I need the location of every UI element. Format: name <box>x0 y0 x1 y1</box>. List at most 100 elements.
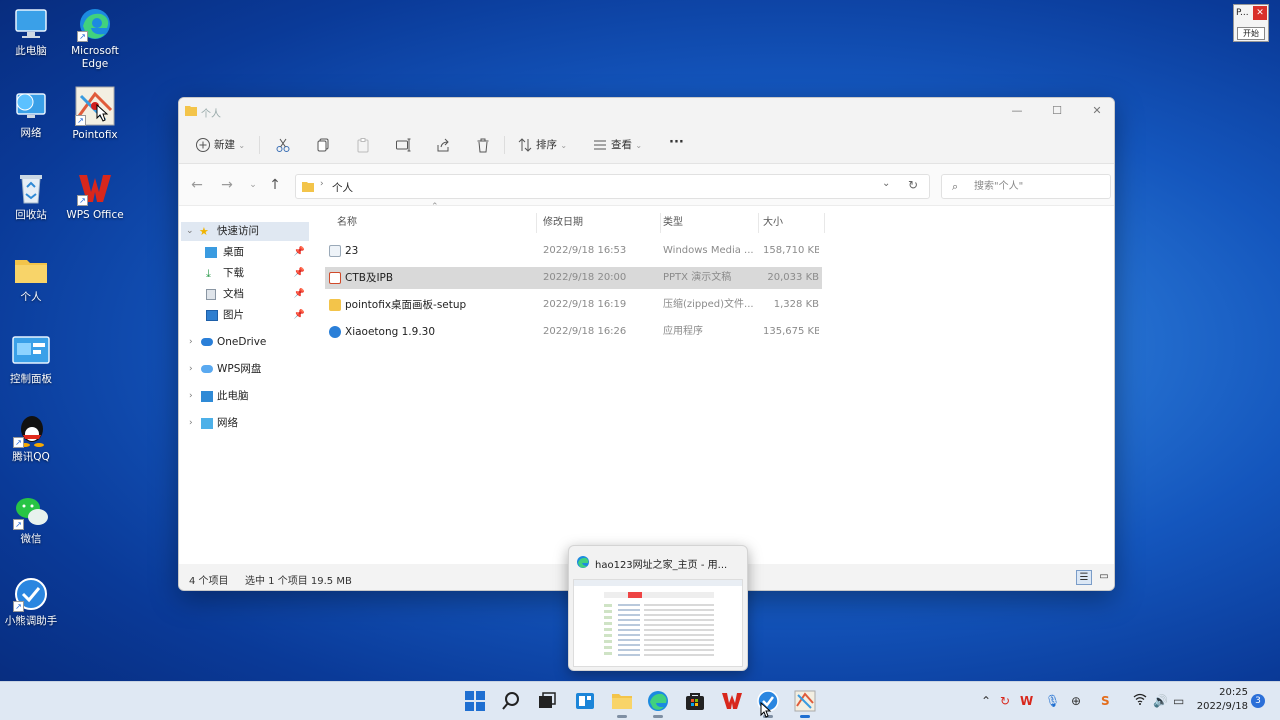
maximize-button[interactable]: ☐ <box>1037 102 1077 120</box>
sidebar-item-quick-access[interactable]: ⌄ ★ 快速访问 <box>181 222 309 241</box>
sidebar-item-desktop[interactable]: 桌面 📌 <box>181 243 309 262</box>
column-header-name[interactable]: 名称 <box>337 213 537 233</box>
column-header-type[interactable]: 类型 <box>663 213 759 233</box>
sidebar-item-label: 桌面 <box>223 246 244 258</box>
pin-icon[interactable]: 📌 <box>294 243 305 262</box>
minimize-button[interactable]: — <box>997 102 1037 120</box>
up-arrow-icon[interactable]: ↑ <box>267 177 283 193</box>
task-view-button[interactable] <box>536 690 558 712</box>
desktop-icon-network[interactable]: 网络 <box>0 88 64 140</box>
close-button[interactable]: ✕ <box>1077 102 1114 120</box>
cut-button[interactable] <box>275 136 294 154</box>
breadcrumb-current[interactable]: 个人 <box>332 180 353 195</box>
file-row[interactable]: 23 2022/9/18 16:53 Windows Media ... 158… <box>325 240 822 262</box>
cloud-icon <box>201 338 213 346</box>
file-date: 2022/9/18 20:00 <box>543 272 627 283</box>
microphone-icon[interactable]: 🎙 <box>1045 693 1060 709</box>
tray-app-icon[interactable]: ↻ <box>1000 693 1010 709</box>
mini-popup-label: P... <box>1236 8 1249 18</box>
sidebar-item-network[interactable]: › 网络 <box>181 414 309 433</box>
wifi-icon[interactable] <box>1133 693 1147 709</box>
item-count: 4 个项目 <box>189 576 229 587</box>
battery-icon[interactable]: ▭ <box>1173 693 1184 709</box>
desktop-icon-label: 微信 <box>20 533 42 545</box>
desktop-icon-helper[interactable]: ↗ 小熊调助手 <box>0 576 64 628</box>
file-size: 20,033 KB <box>767 272 819 283</box>
chevron-down-icon[interactable]: ⌄ <box>882 178 890 189</box>
recent-chevron-icon[interactable]: ⌄ <box>245 177 261 193</box>
notification-badge[interactable]: 3 <box>1251 694 1265 708</box>
sidebar-item-label: 文档 <box>223 288 244 300</box>
chevron-up-icon[interactable]: ⌃ <box>981 693 991 709</box>
back-arrow-icon[interactable]: ← <box>189 177 205 193</box>
taskbar-file-explorer[interactable] <box>611 690 633 718</box>
desktop-icon-control-panel[interactable]: 控制面板 <box>0 334 64 386</box>
desktop-icon-wechat[interactable]: ↗ 微信 <box>0 494 64 546</box>
sidebar-item-wps-drive[interactable]: › WPS网盘 <box>181 360 309 379</box>
desktop-icon-folder-personal[interactable]: 个人 <box>0 252 64 304</box>
view-list-icon <box>592 137 608 153</box>
pin-icon[interactable]: 📌 <box>294 306 305 325</box>
running-indicator <box>617 715 627 718</box>
navigation-pane: ⌄ ★ 快速访问 桌面 📌 ⤓ 下载 📌 文档 📌 图片 📌 › OneDriv… <box>179 216 311 556</box>
file-row[interactable]: pointofix桌面画板-setup 2022/9/18 16:19 压缩(z… <box>325 294 822 316</box>
desktop-icon-recycle-bin[interactable]: 回收站 <box>0 170 64 222</box>
share-button[interactable] <box>435 136 454 154</box>
column-header-date[interactable]: 修改日期 <box>543 213 661 233</box>
widgets-button[interactable] <box>574 690 596 712</box>
start-button[interactable] <box>464 690 486 712</box>
forward-arrow-icon[interactable]: → <box>219 177 235 193</box>
sidebar-item-onedrive[interactable]: › OneDrive <box>181 333 309 352</box>
paste-button[interactable] <box>355 136 374 154</box>
search-input[interactable]: ⌕ 搜索"个人" <box>941 174 1111 199</box>
sidebar-item-documents[interactable]: 文档 📌 <box>181 285 309 304</box>
mini-popup-button[interactable]: 开始 <box>1237 27 1265 40</box>
large-icons-view-icon[interactable]: ▭ <box>1096 570 1112 585</box>
taskbar-store[interactable] <box>684 690 706 712</box>
taskbar-edge[interactable] <box>647 690 669 718</box>
input-method-icon[interactable]: ⊕ <box>1071 693 1081 709</box>
cloud-icon <box>201 365 213 373</box>
view-button[interactable]: 查看 ⌄ <box>592 136 642 154</box>
taskbar-preview[interactable]: hao123网址之家_主页 - 用... <box>568 545 748 671</box>
more-options-button[interactable]: ··· <box>669 134 684 152</box>
file-row[interactable]: Xiaoetong 1.9.30 2022/9/18 16:26 应用程序 13… <box>325 321 822 343</box>
clock-date: 2022/9/18 <box>1196 701 1248 712</box>
volume-icon[interactable]: 🔊 <box>1153 693 1168 709</box>
details-view-icon[interactable]: ☰ <box>1076 570 1092 585</box>
star-icon: ★ <box>199 225 209 238</box>
sidebar-item-pictures[interactable]: 图片 📌 <box>181 306 309 325</box>
desktop-icon-qq[interactable]: ↗ 腾讯QQ <box>0 412 64 464</box>
taskbar-pointofix[interactable] <box>794 690 816 718</box>
taskbar-wps[interactable] <box>721 690 743 712</box>
desktop-icon-pointofix[interactable]: ↗ Pointofix <box>62 86 128 142</box>
sort-button[interactable]: 排序 ⌄ <box>517 136 567 154</box>
wps-tray-icon[interactable]: W <box>1020 693 1033 709</box>
refresh-icon[interactable]: ↻ <box>908 178 918 192</box>
search-button[interactable] <box>500 690 522 712</box>
pin-icon[interactable]: 📌 <box>294 285 305 304</box>
desktop-icon-edge[interactable]: ↗ Microsoft Edge <box>62 6 128 71</box>
desktop-icon-label: Microsoft Edge <box>71 45 119 70</box>
rename-icon <box>395 137 411 153</box>
system-clock[interactable]: 20:25 2022/9/18 <box>1196 686 1248 714</box>
new-button[interactable]: 新建 ⌄ <box>195 136 245 154</box>
column-header-size[interactable]: 大小 <box>763 213 825 233</box>
desktop-icon-wps[interactable]: ↗ WPS Office <box>62 170 128 222</box>
rename-button[interactable] <box>395 136 414 154</box>
sidebar-item-this-pc[interactable]: › 此电脑 <box>181 387 309 406</box>
pointofix-icon <box>794 690 816 712</box>
delete-button[interactable] <box>475 136 494 154</box>
file-row-selected[interactable]: CTB及IPB 2022/9/18 20:00 PPTX 演示文稿 20,033… <box>325 267 822 289</box>
sidebar-item-downloads[interactable]: ⤓ 下载 📌 <box>181 264 309 283</box>
divider <box>504 136 505 154</box>
pin-icon[interactable]: 📌 <box>294 264 305 283</box>
shortcut-arrow-icon: ↗ <box>75 115 86 126</box>
desktop-icon-this-pc[interactable]: 此电脑 <box>0 6 64 58</box>
sogou-ime-icon[interactable]: S <box>1101 693 1110 709</box>
application-icon <box>329 326 341 338</box>
close-icon[interactable]: ✕ <box>1253 6 1267 20</box>
address-field[interactable]: › 个人 ⌄ ↻ <box>295 174 930 199</box>
task-view-icon <box>539 692 556 708</box>
copy-button[interactable] <box>315 136 334 154</box>
